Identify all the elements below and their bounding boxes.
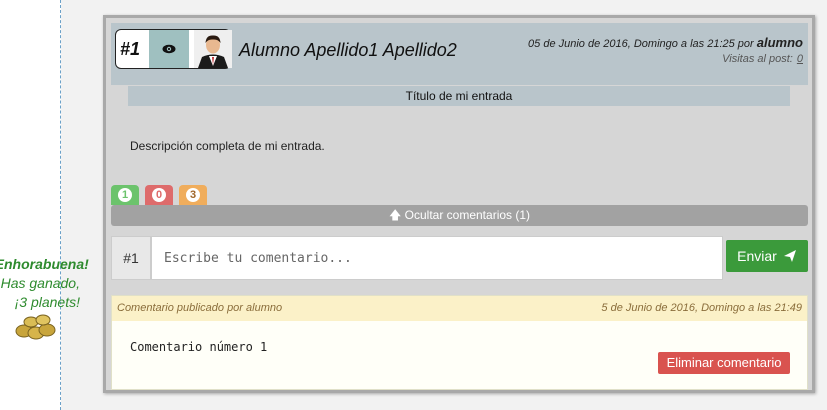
congrats-message: ¡Enhorabuena! Has ganado, ¡3 planets! — [0, 255, 89, 312]
left-panel — [0, 0, 61, 410]
eye-icon[interactable] — [149, 30, 189, 68]
visits-value: 0 — [796, 53, 803, 65]
post-card: #1 Alumno Apellido1 Apellido2 05 de Juni… — [103, 15, 815, 393]
post-visits: Visitas al post: 0 — [722, 53, 803, 65]
post-author: Alumno Apellido1 Apellido2 — [239, 40, 457, 60]
congrats-title: ¡Enhorabuena! — [0, 256, 89, 272]
post-title: Título de mi entrada — [128, 86, 790, 106]
send-icon — [783, 250, 796, 262]
comment-author: Comentario publicado por alumno — [117, 302, 283, 314]
coins-icon — [15, 314, 56, 340]
vote-positive-count: 1 — [118, 188, 132, 202]
post-badge: #1 — [115, 29, 232, 69]
comment-input[interactable] — [151, 236, 723, 280]
comment-date: 5 de Junio de 2016, Domingo a las 21:49 — [601, 302, 802, 314]
avatar — [194, 30, 232, 68]
post-header: #1 Alumno Apellido1 Apellido2 05 de Juni… — [111, 23, 808, 85]
comment-text: Comentario número 1 — [130, 340, 268, 354]
delete-comment-button[interactable]: Eliminar comentario — [658, 352, 790, 374]
vote-negative[interactable]: 0 — [145, 185, 173, 205]
post-description: Descripción completa de mi entrada. — [130, 139, 325, 153]
vote-positive[interactable]: 1 — [111, 185, 139, 205]
comment-header: Comentario publicado por alumno 5 de Jun… — [112, 296, 807, 321]
congrats-prize: ¡3 planets! — [14, 294, 80, 310]
comment-form: #1 Enviar — [111, 236, 808, 280]
post-date: 05 de Junio de 2016, Domingo a las 21:25… — [528, 35, 803, 50]
post-date-user[interactable]: alumno — [757, 35, 803, 50]
toggle-comments-label: Ocultar comentarios (1) — [404, 208, 531, 222]
send-label: Enviar — [737, 248, 777, 264]
comment-form-number: #1 — [111, 236, 151, 280]
arrow-up-icon: 🡅 — [388, 208, 402, 222]
send-button[interactable]: Enviar — [726, 240, 808, 272]
post-date-text: 05 de Junio de 2016, Domingo a las 21:25… — [528, 38, 754, 50]
toggle-comments-button[interactable]: 🡅 Ocultar comentarios (1) — [111, 205, 808, 226]
post-number: #1 — [120, 39, 141, 59]
comment-item: Comentario publicado por alumno 5 de Jun… — [111, 295, 808, 390]
vote-negative-count: 0 — [152, 188, 166, 202]
vote-neutral[interactable]: 3 — [179, 185, 207, 205]
congrats-line: Has ganado, — [0, 275, 80, 291]
vote-neutral-count: 3 — [186, 188, 200, 202]
visits-label: Visitas al post: — [722, 53, 793, 65]
